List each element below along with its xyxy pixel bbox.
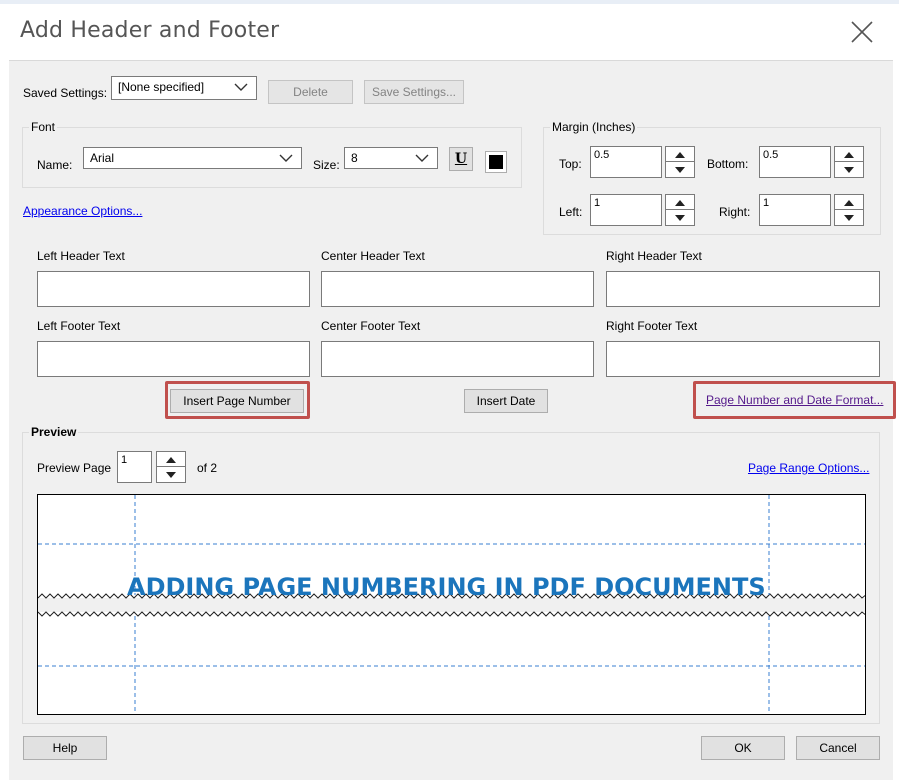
triangle-down-icon[interactable]: [666, 210, 694, 225]
preview-page-value: 1: [121, 454, 128, 466]
font-color-button[interactable]: [485, 151, 507, 173]
preview-group-title: Preview: [29, 425, 79, 439]
right-header-label: Right Header Text: [606, 249, 702, 263]
margin-left-stepper[interactable]: [665, 194, 695, 226]
preview-page-label: Preview Page: [37, 461, 112, 475]
triangle-up-icon[interactable]: [666, 147, 694, 162]
margin-bottom-stepper[interactable]: [834, 146, 864, 178]
right-footer-input[interactable]: [606, 341, 880, 377]
chevron-down-icon: [415, 154, 429, 162]
preview-canvas: [38, 495, 865, 714]
delete-button[interactable]: Delete: [268, 80, 353, 104]
appearance-options-link[interactable]: Appearance Options...: [23, 204, 142, 218]
dialog-title: Add Header and Footer: [20, 18, 280, 43]
preview-page-input[interactable]: 1: [117, 451, 152, 483]
margin-left-label: Left:: [559, 205, 583, 219]
margin-right-input[interactable]: 1: [759, 194, 831, 226]
left-header-label: Left Header Text: [37, 249, 125, 263]
preview-page-count: of 2: [197, 461, 218, 475]
center-header-input[interactable]: [321, 271, 594, 307]
window-top-strip: [0, 0, 899, 4]
margin-group-title: Margin (Inches): [550, 120, 638, 134]
margin-top-input[interactable]: 0.5: [590, 146, 662, 178]
right-footer-label: Right Footer Text: [606, 319, 698, 333]
margin-bottom-input[interactable]: 0.5: [759, 146, 831, 178]
left-footer-label: Left Footer Text: [37, 319, 121, 333]
triangle-down-icon[interactable]: [835, 162, 863, 177]
margin-bottom-value: 0.5: [763, 149, 779, 161]
save-settings-button[interactable]: Save Settings...: [364, 80, 464, 104]
chevron-down-icon: [234, 83, 248, 91]
margin-top-stepper[interactable]: [665, 146, 695, 178]
underline-icon: U: [454, 151, 468, 167]
font-color-swatch: [489, 155, 503, 169]
margin-left-value: 1: [594, 197, 601, 209]
right-header-input[interactable]: [606, 271, 880, 307]
ok-button[interactable]: OK: [701, 736, 785, 760]
preview-area: [37, 494, 866, 715]
triangle-down-icon[interactable]: [835, 210, 863, 225]
margin-right-label: Right:: [719, 205, 751, 219]
page-number-date-format-link[interactable]: Page Number and Date Format...: [706, 393, 883, 407]
font-size-value: 8: [351, 151, 358, 165]
center-footer-input[interactable]: [321, 341, 594, 377]
insert-page-number-button[interactable]: Insert Page Number: [170, 389, 304, 413]
center-footer-label: Center Footer Text: [321, 319, 421, 333]
triangle-up-icon[interactable]: [835, 147, 863, 162]
chevron-down-icon: [279, 154, 293, 162]
triangle-down-icon[interactable]: [157, 467, 185, 482]
margin-bottom-label: Bottom:: [707, 157, 749, 171]
margin-top-label: Top:: [559, 157, 582, 171]
triangle-up-icon[interactable]: [666, 195, 694, 210]
triangle-down-icon[interactable]: [666, 162, 694, 177]
torn-edge-bottom: [38, 611, 865, 617]
font-group-title: Font: [29, 120, 58, 134]
margin-top-value: 0.5: [594, 149, 610, 161]
saved-settings-dropdown[interactable]: [None specified]: [111, 76, 257, 100]
insert-date-button[interactable]: Insert Date: [464, 389, 548, 413]
margin-left-input[interactable]: 1: [590, 194, 662, 226]
font-size-dropdown[interactable]: 8: [344, 147, 438, 169]
font-size-label: Size:: [313, 158, 340, 172]
saved-settings-value: [None specified]: [118, 80, 205, 94]
help-button[interactable]: Help: [23, 736, 107, 760]
saved-settings-label: Saved Settings:: [23, 86, 108, 100]
triangle-up-icon[interactable]: [157, 452, 185, 467]
preview-page-stepper[interactable]: [156, 451, 186, 483]
triangle-up-icon[interactable]: [835, 195, 863, 210]
left-footer-input[interactable]: [37, 341, 310, 377]
page-range-options-link[interactable]: Page Range Options...: [748, 461, 869, 475]
font-name-label: Name:: [37, 158, 73, 172]
margin-right-value: 1: [763, 197, 770, 209]
font-name-value: Arial: [90, 151, 115, 165]
left-header-input[interactable]: [37, 271, 310, 307]
center-header-label: Center Header Text: [321, 249, 425, 263]
cancel-button[interactable]: Cancel: [796, 736, 880, 760]
close-icon[interactable]: [848, 18, 876, 46]
preview-banner-text: ADDING PAGE NUMBERING IN PDF DOCUMENTS: [127, 573, 766, 601]
font-name-dropdown[interactable]: Arial: [83, 147, 302, 169]
margin-right-stepper[interactable]: [834, 194, 864, 226]
underline-button[interactable]: U: [449, 147, 473, 171]
